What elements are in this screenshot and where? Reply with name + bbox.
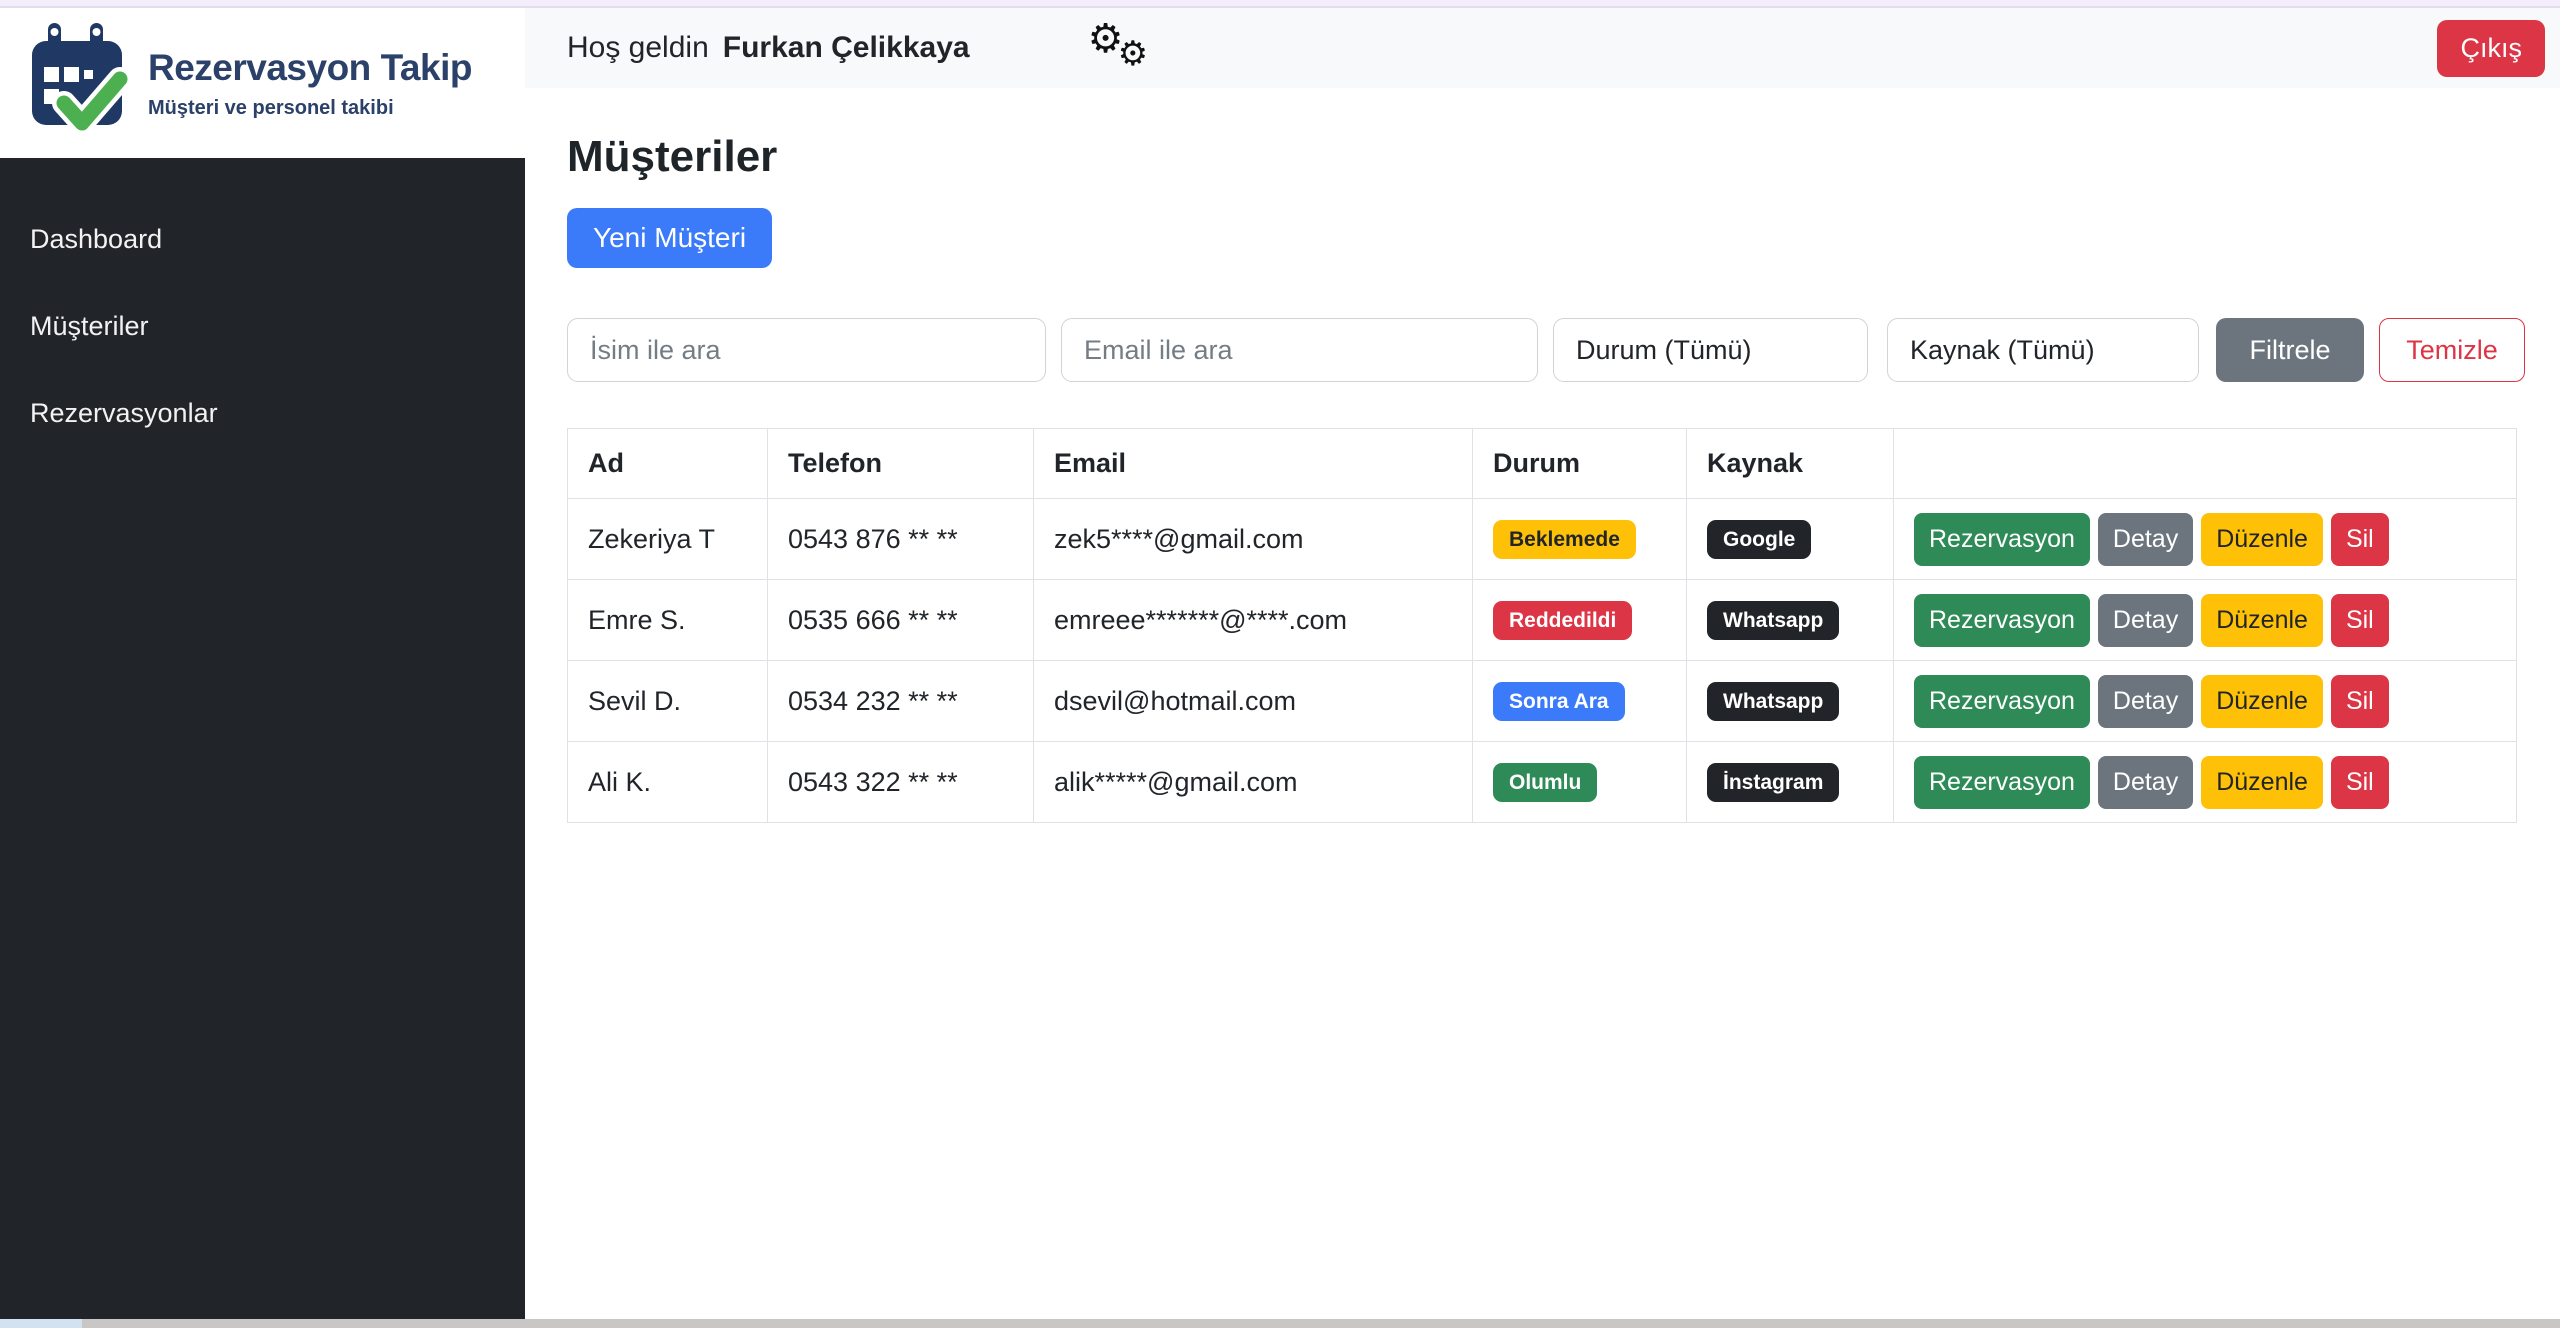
row-actions-cell: Rezervasyon Detay Düzenle Sil bbox=[1893, 498, 2517, 580]
topbar: Hoş geldin Furkan Çelikkaya ⚙ ⚙ Çıkış bbox=[525, 8, 2560, 88]
logo[interactable]: Rezervasyon Takip Müşteri ve personel ta… bbox=[0, 8, 525, 158]
action-button-rezervasyon[interactable]: Rezervasyon bbox=[1914, 755, 2090, 809]
table-row: Ali K. 0543 322 ** ** alik*****@gmail.co… bbox=[567, 741, 2517, 823]
username-text: Furkan Çelikkaya bbox=[722, 31, 970, 64]
table-body: Zekeriya T 0543 876 ** ** zek5****@gmail… bbox=[567, 498, 2517, 823]
customer-phone-cell: 0535 666 ** ** bbox=[767, 579, 1034, 661]
customer-email-cell: zek5****@gmail.com bbox=[1033, 498, 1473, 580]
logo-title: Rezervasyon Takip bbox=[148, 46, 472, 88]
customer-source-cell: Google bbox=[1686, 498, 1894, 580]
customer-phone-cell: 0543 876 ** ** bbox=[767, 498, 1034, 580]
sidebar-item-rezervasyonlar[interactable]: Rezervasyonlar bbox=[0, 370, 525, 457]
source-badge: İnstagram bbox=[1707, 762, 1840, 802]
page-title: Müşteriler bbox=[567, 132, 778, 181]
action-button-sil[interactable]: Sil bbox=[2330, 593, 2389, 647]
status-badge: Olumlu bbox=[1493, 762, 1598, 802]
horizontal-scrollbar-thumb[interactable] bbox=[0, 1319, 82, 1328]
customer-source-cell: Whatsapp bbox=[1686, 579, 1894, 661]
customer-name-cell: Emre S. bbox=[567, 579, 768, 661]
logo-text: Rezervasyon Takip Müşteri ve personel ta… bbox=[148, 47, 472, 120]
email-search-input[interactable] bbox=[1061, 318, 1538, 382]
logo-tagline: Müşteri ve personel takibi bbox=[148, 96, 394, 119]
logout-button[interactable]: Çıkış bbox=[2437, 19, 2545, 77]
gear-small-icon: ⚙ bbox=[1117, 35, 1149, 73]
status-badge: Reddedildi bbox=[1493, 600, 1633, 640]
action-button-rezervasyon[interactable]: Rezervasyon bbox=[1914, 674, 2090, 728]
status-badge: Beklemede bbox=[1493, 519, 1636, 559]
filter-button[interactable]: Filtrele bbox=[2216, 318, 2364, 382]
top-accent-bar bbox=[0, 0, 2560, 8]
horizontal-scrollbar[interactable] bbox=[0, 1319, 2560, 1328]
sidebar-item-musteriler[interactable]: Müşteriler bbox=[0, 283, 525, 370]
action-button-detay[interactable]: Detay bbox=[2097, 512, 2194, 566]
calendar-check-icon bbox=[32, 23, 132, 135]
customer-status-cell: Reddedildi bbox=[1472, 579, 1687, 661]
row-actions-cell: Rezervasyon Detay Düzenle Sil bbox=[1893, 579, 2517, 661]
sidebar: Dashboard Müşteriler Rezervasyonlar bbox=[0, 158, 525, 1319]
table-row: Zekeriya T 0543 876 ** ** zek5****@gmail… bbox=[567, 498, 2517, 580]
column-header: Durum bbox=[1472, 428, 1687, 499]
action-button-duzenle[interactable]: Düzenle bbox=[2201, 755, 2323, 809]
action-button-duzenle[interactable]: Düzenle bbox=[2201, 593, 2323, 647]
action-button-sil[interactable]: Sil bbox=[2330, 674, 2389, 728]
left-column: Rezervasyon Takip Müşteri ve personel ta… bbox=[0, 8, 525, 1319]
customer-status-cell: Beklemede bbox=[1472, 498, 1687, 580]
table-row: Sevil D. 0534 232 ** ** dsevil@hotmail.c… bbox=[567, 660, 2517, 742]
action-button-duzenle[interactable]: Düzenle bbox=[2201, 674, 2323, 728]
customer-status-cell: Olumlu bbox=[1472, 741, 1687, 823]
action-button-duzenle[interactable]: Düzenle bbox=[2201, 512, 2323, 566]
customer-name-cell: Ali K. bbox=[567, 741, 768, 823]
action-button-sil[interactable]: Sil bbox=[2330, 512, 2389, 566]
table-header-row: Ad Telefon Email Durum Kaynak bbox=[567, 428, 2517, 499]
customer-source-cell: İnstagram bbox=[1686, 741, 1894, 823]
main-content: Müşteriler Yeni Müşteri Durum (Tümü) Kay… bbox=[525, 88, 2560, 823]
sidebar-item-dashboard[interactable]: Dashboard bbox=[0, 196, 525, 283]
source-badge: Whatsapp bbox=[1707, 681, 1840, 721]
column-header bbox=[1893, 428, 2517, 499]
action-button-detay[interactable]: Detay bbox=[2097, 674, 2194, 728]
customers-table: Ad Telefon Email Durum Kaynak Zekeriya T 054… bbox=[567, 428, 2517, 823]
name-search-input[interactable] bbox=[567, 318, 1046, 382]
column-header: Ad bbox=[567, 428, 768, 499]
row-actions-cell: Rezervasyon Detay Düzenle Sil bbox=[1893, 660, 2517, 742]
gears-icon[interactable]: ⚙ ⚙ bbox=[1088, 17, 1166, 78]
action-button-rezervasyon[interactable]: Rezervasyon bbox=[1914, 512, 2090, 566]
filter-row: Durum (Tümü) Kaynak (Tümü) Filtrele Temi… bbox=[567, 318, 2525, 382]
customer-phone-cell: 0534 232 ** ** bbox=[767, 660, 1034, 742]
source-badge: Whatsapp bbox=[1707, 600, 1840, 640]
action-button-rezervasyon[interactable]: Rezervasyon bbox=[1914, 593, 2090, 647]
customer-status-cell: Sonra Ara bbox=[1472, 660, 1687, 742]
greeting-text: Hoş geldin bbox=[567, 31, 709, 64]
customer-email-cell: dsevil@hotmail.com bbox=[1033, 660, 1473, 742]
customer-email-cell: alik*****@gmail.com bbox=[1033, 741, 1473, 823]
new-customer-button[interactable]: Yeni Müşteri bbox=[567, 208, 773, 268]
action-button-detay[interactable]: Detay bbox=[2097, 593, 2194, 647]
row-actions-cell: Rezervasyon Detay Düzenle Sil bbox=[1893, 741, 2517, 823]
customer-name-cell: Sevil D. bbox=[567, 660, 768, 742]
customer-source-cell: Whatsapp bbox=[1686, 660, 1894, 742]
column-header: Email bbox=[1033, 428, 1473, 499]
action-button-sil[interactable]: Sil bbox=[2330, 755, 2389, 809]
status-filter-select[interactable]: Durum (Tümü) bbox=[1553, 318, 1868, 382]
column-header: Telefon bbox=[767, 428, 1034, 499]
customer-phone-cell: 0543 322 ** ** bbox=[767, 741, 1034, 823]
customer-email-cell: emreee*******@****.com bbox=[1033, 579, 1473, 661]
action-button-detay[interactable]: Detay bbox=[2097, 755, 2194, 809]
status-badge: Sonra Ara bbox=[1493, 681, 1625, 721]
customer-name-cell: Zekeriya T bbox=[567, 498, 768, 580]
column-header: Kaynak bbox=[1686, 428, 1894, 499]
source-badge: Google bbox=[1707, 519, 1812, 559]
table-row: Emre S. 0535 666 ** ** emreee*******@***… bbox=[567, 579, 2517, 661]
app-root: Rezervasyon Takip Müşteri ve personel ta… bbox=[0, 8, 2560, 1319]
right-column: Hoş geldin Furkan Çelikkaya ⚙ ⚙ Çıkış Mü… bbox=[525, 8, 2560, 1319]
clear-button[interactable]: Temizle bbox=[2379, 318, 2525, 382]
source-filter-select[interactable]: Kaynak (Tümü) bbox=[1887, 318, 2199, 382]
